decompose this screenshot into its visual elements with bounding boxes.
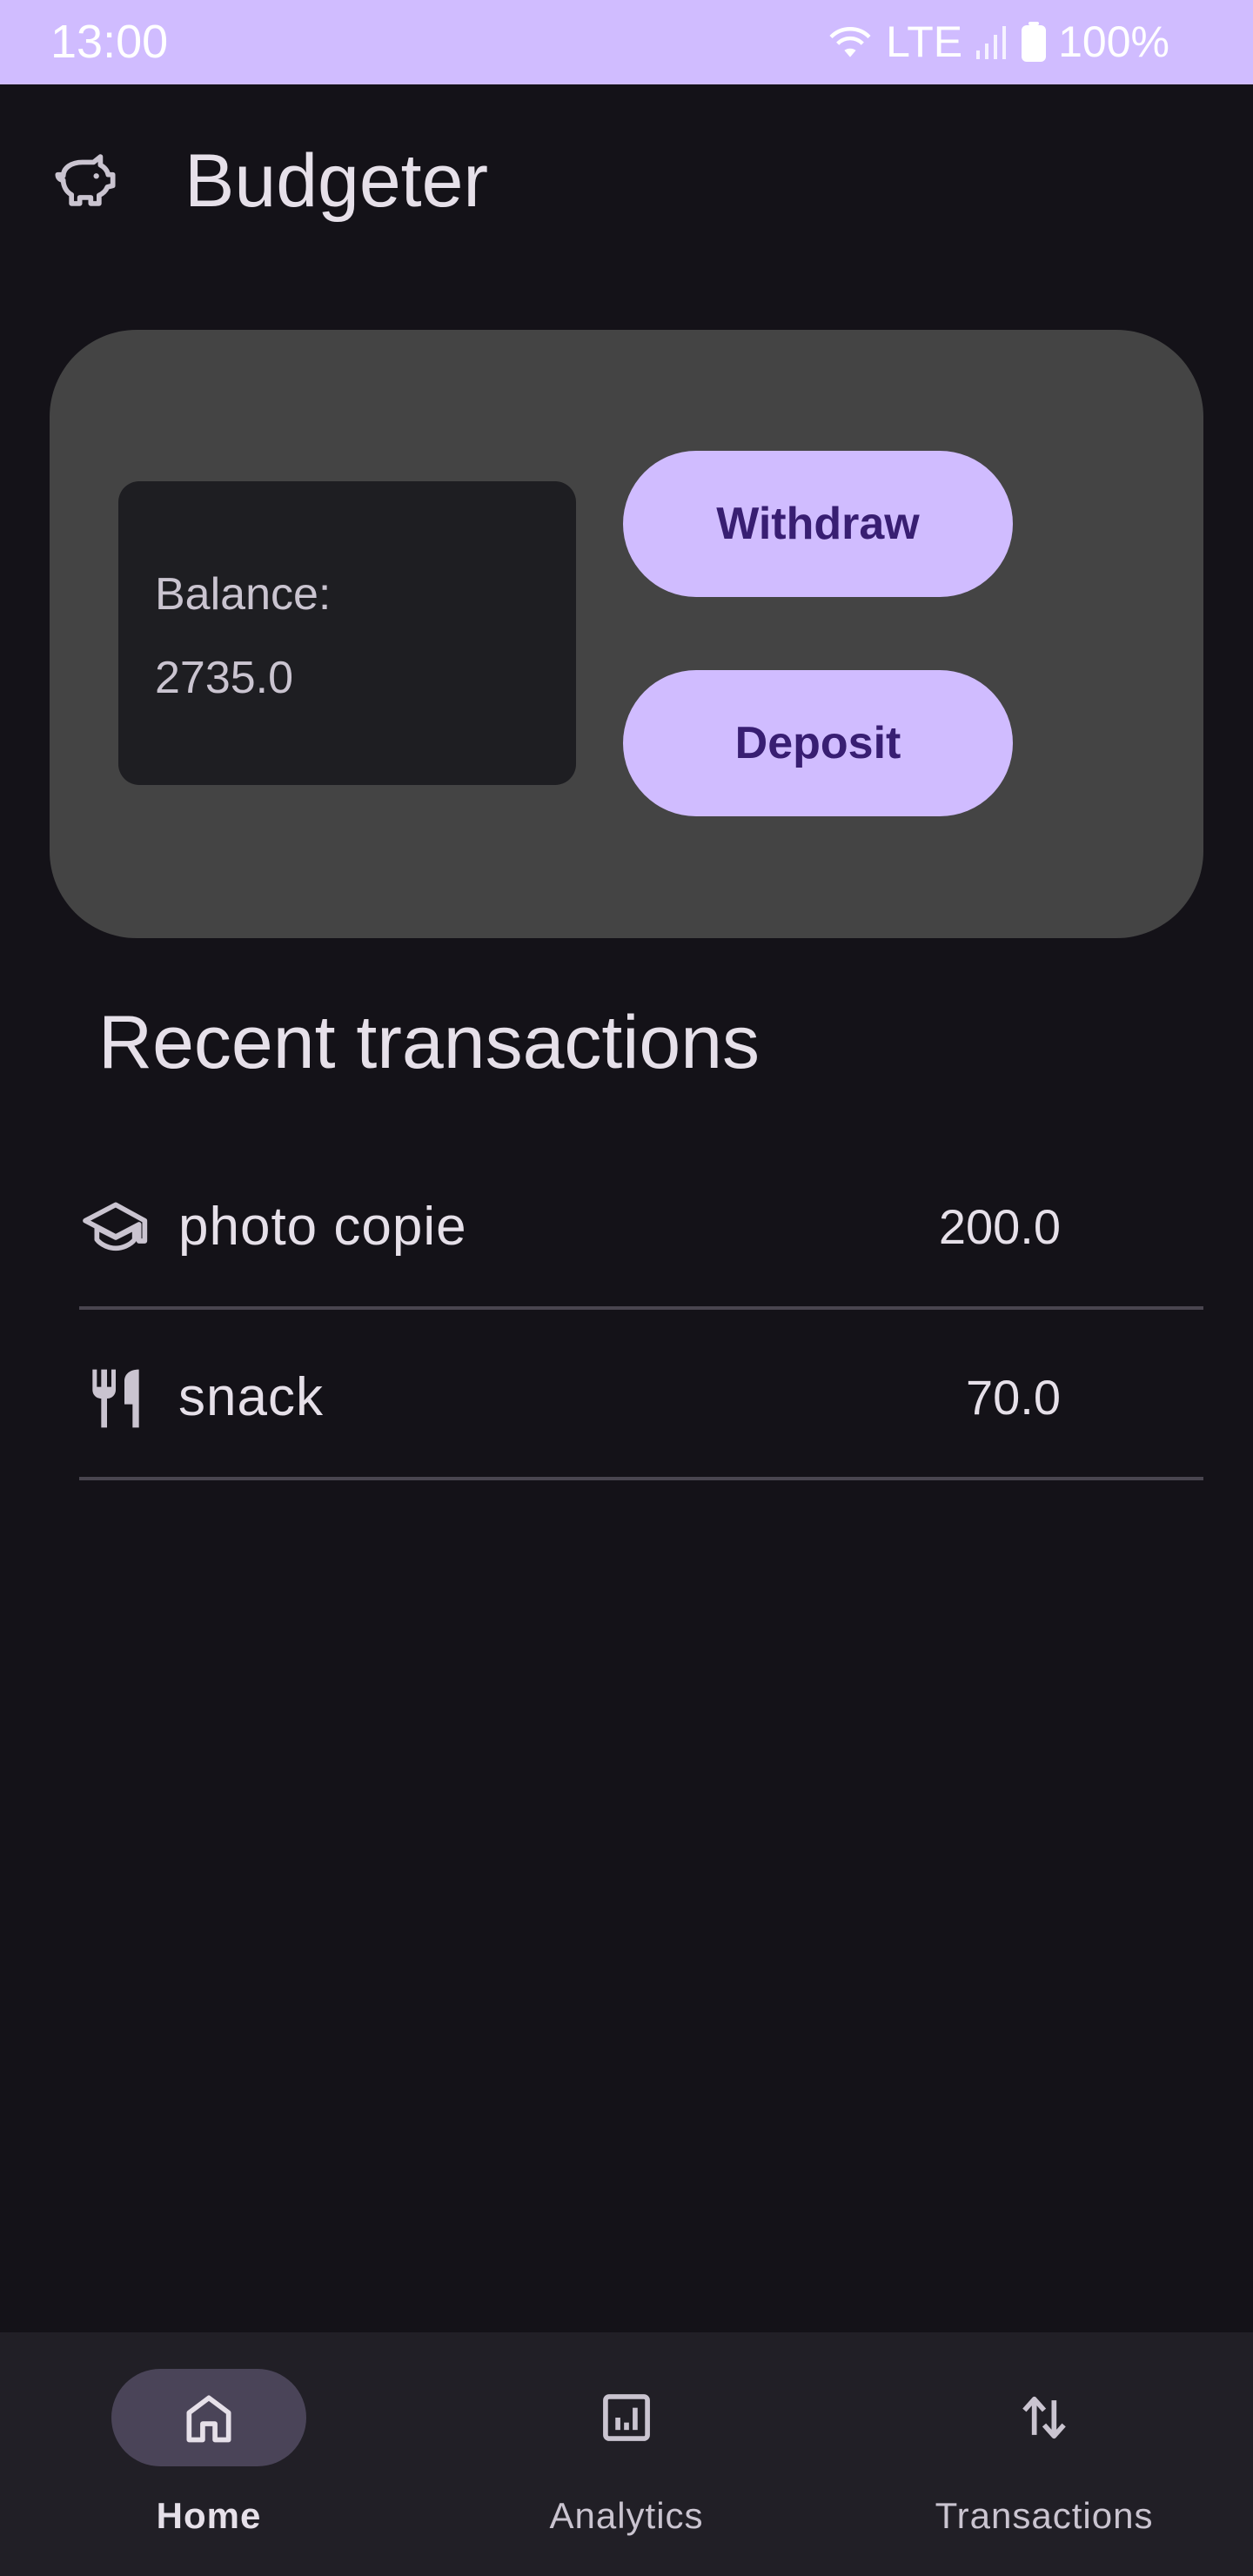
app-bar: Budgeter [0, 84, 1253, 285]
battery-percent: 100% [1058, 17, 1169, 66]
status-indicators: LTE 100% [827, 16, 1169, 68]
transaction-amount: 70.0 [966, 1370, 1061, 1425]
nav-label-transactions: Transactions [935, 2495, 1154, 2536]
balance-value: 2735.0 [155, 653, 294, 703]
app-title: Budgeter [184, 139, 489, 223]
status-time: 13:00 [50, 16, 169, 68]
balance-box: Balance: 2735.0 [118, 481, 576, 785]
nav-item-analytics[interactable]: Analytics [418, 2332, 835, 2576]
restaurant-icon [92, 1369, 139, 1428]
graduation-cap-icon [83, 1202, 148, 1251]
transaction-row[interactable]: photo copie 200.0 [79, 1141, 1203, 1310]
transaction-row[interactable]: snack 70.0 [79, 1311, 1203, 1480]
transaction-amount: 200.0 [938, 1199, 1061, 1254]
network-type: LTE [886, 17, 963, 66]
withdraw-button[interactable]: Withdraw [623, 451, 1013, 597]
analytics-icon [603, 2394, 650, 2441]
piggy-bank-icon [55, 154, 116, 206]
deposit-button[interactable]: Deposit [623, 670, 1013, 816]
balance-card: Balance: 2735.0 Withdraw Deposit [50, 330, 1203, 938]
transaction-name: photo copie [178, 1197, 467, 1257]
nav-label-home: Home [156, 2495, 262, 2536]
signal-icon [976, 26, 1007, 59]
swap-vert-icon [1022, 2396, 1066, 2439]
nav-item-transactions[interactable]: Transactions [835, 2332, 1253, 2576]
status-bar: 13:00 LTE 100% [0, 0, 1253, 84]
bottom-navigation: Home Analytics Transactions [0, 2332, 1253, 2576]
transaction-name: snack [178, 1367, 324, 1427]
battery-icon [1022, 22, 1047, 62]
nav-label-analytics: Analytics [549, 2495, 704, 2536]
balance-label: Balance: [155, 569, 332, 620]
home-icon [186, 2395, 231, 2443]
nav-item-home[interactable]: Home [0, 2332, 418, 2576]
wifi-icon [829, 27, 871, 57]
recent-transactions-title: Recent transactions [98, 1001, 761, 1084]
